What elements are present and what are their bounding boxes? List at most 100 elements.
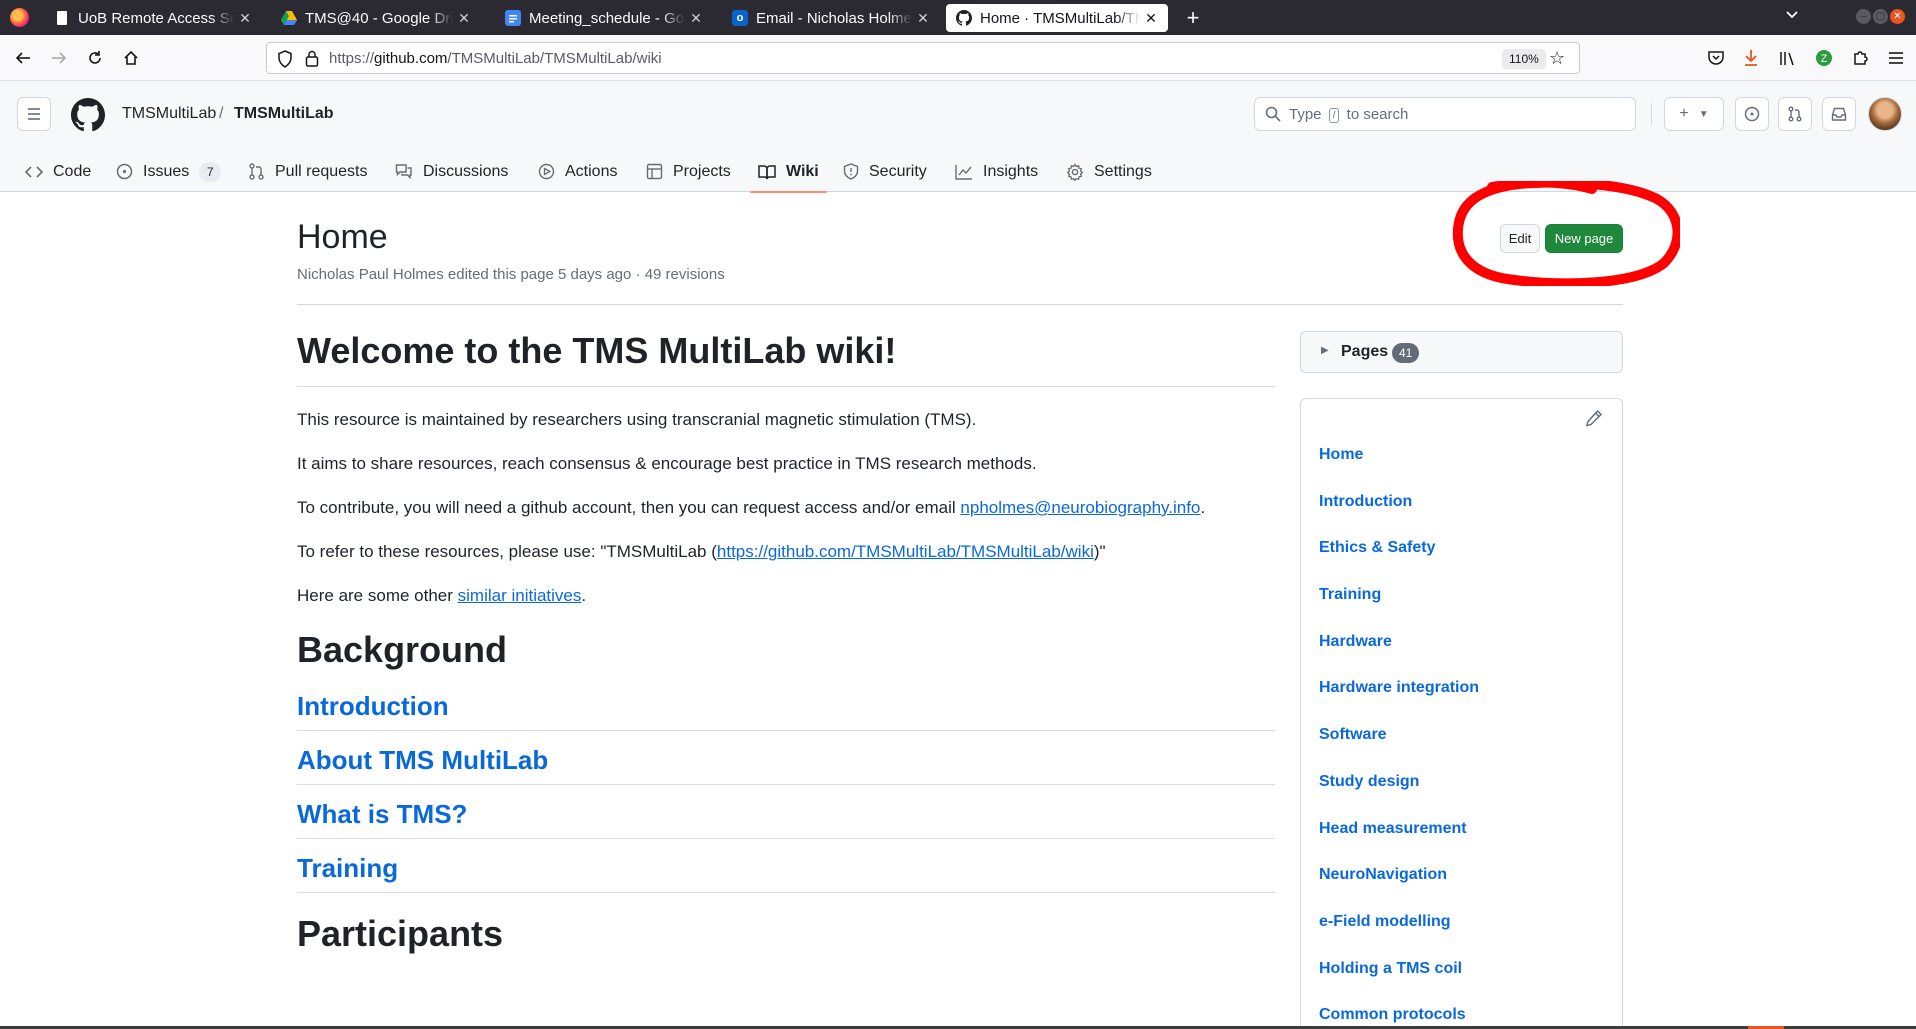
lock-icon[interactable] — [305, 50, 319, 67]
tab-label: Security — [869, 162, 927, 180]
about-tms-multilab-link[interactable]: About TMS MultiLab — [297, 731, 1275, 785]
close-window-icon[interactable]: ✕ — [1890, 9, 1905, 24]
welcome-heading: Welcome to the TMS MultiLab wiki! — [297, 330, 1275, 387]
close-tab-icon[interactable]: ✕ — [689, 10, 703, 27]
paragraph-text: . — [581, 586, 587, 605]
search-text-before: Type — [1289, 106, 1322, 123]
reload-icon[interactable] — [81, 44, 109, 72]
bookmark-star-icon[interactable]: ☆ — [1549, 48, 1565, 69]
paragraph-text: To refer to these resources, please use:… — [297, 542, 717, 561]
firefox-menu-icon[interactable] — [10, 8, 29, 27]
pocket-icon[interactable] — [1705, 47, 1727, 69]
list-all-tabs-icon[interactable] — [1780, 6, 1804, 30]
header-divider-line — [297, 304, 1623, 305]
chevron-down-icon: ▼ — [1698, 108, 1709, 120]
maximize-window-icon[interactable]: ▢ — [1873, 9, 1888, 24]
extension-green-icon[interactable]: Z — [1813, 47, 1835, 69]
url-host: github.com — [374, 50, 448, 67]
github-header: TMSMultiLab / TMSMultiLab Type / to sear… — [0, 81, 1916, 193]
sidebar-link-introduction[interactable]: Introduction — [1319, 482, 1412, 512]
tab-insights[interactable]: Insights — [955, 151, 1038, 192]
similar-initiatives-link[interactable]: similar initiatives — [458, 586, 582, 605]
pages-count-badge: 41 — [1392, 343, 1420, 363]
create-new-button[interactable]: + ▼ — [1664, 97, 1724, 131]
home-icon[interactable] — [117, 44, 145, 72]
page-title: Home — [297, 218, 388, 256]
minimize-window-icon[interactable]: – — [1856, 9, 1871, 24]
repo-name-link[interactable]: TMSMultiLab — [234, 105, 334, 123]
new-tab-button[interactable]: + — [1179, 4, 1207, 32]
pages-toggle[interactable]: ▶ Pages 41 — [1300, 331, 1623, 373]
close-tab-icon[interactable]: ✕ — [238, 10, 252, 27]
sidebar-link-hardware-integration[interactable]: Hardware integration — [1319, 668, 1479, 698]
extensions-puzzle-icon[interactable] — [1849, 47, 1871, 69]
discussions-icon — [395, 164, 412, 180]
sidebar-link-ethics-safety[interactable]: Ethics & Safety — [1319, 528, 1435, 558]
issues-button[interactable] — [1735, 97, 1769, 131]
what-is-tms-link[interactable]: What is TMS? — [297, 785, 1275, 839]
sidebar-link-hardware[interactable]: Hardware — [1319, 622, 1392, 652]
tab-issues[interactable]: Issues 7 — [116, 151, 222, 192]
app-menu-icon[interactable] — [1885, 47, 1907, 69]
back-arrow-icon[interactable] — [9, 44, 37, 72]
close-tab-icon[interactable]: ✕ — [457, 10, 471, 27]
document-icon — [54, 10, 70, 26]
tab-label: Issues — [143, 162, 190, 180]
wiki-url-link[interactable]: https://github.com/TMSMultiLab/TMSMultiL… — [717, 542, 1094, 561]
contribute-paragraph: To contribute, you will need a github ac… — [297, 495, 1275, 521]
download-icon[interactable] — [1740, 47, 1762, 69]
close-tab-icon[interactable]: ✕ — [1144, 10, 1158, 27]
intro-paragraph: This resource is maintained by researche… — [297, 410, 977, 429]
sidebar-link-neuronavigation[interactable]: NeuroNavigation — [1319, 855, 1447, 885]
wiki-content: Welcome to the TMS MultiLab wiki! This r… — [297, 330, 1275, 965]
sidebar-link-common-protocols[interactable]: Common protocols — [1319, 995, 1466, 1025]
tab-security[interactable]: Security — [843, 151, 927, 192]
search-input[interactable]: Type / to search — [1254, 97, 1636, 131]
close-tab-icon[interactable]: ✕ — [916, 10, 930, 27]
issue-circle-icon — [1744, 106, 1760, 122]
browser-tab[interactable]: TMS@40 - Google Drive ✕ — [271, 4, 481, 32]
tab-title: TMS@40 - Google Drive — [305, 9, 453, 27]
sidebar-link-efield-modelling[interactable]: e-Field modelling — [1319, 902, 1451, 932]
tab-title: Email - Nicholas Holmes ( — [756, 9, 912, 27]
tab-code[interactable]: Code — [25, 151, 91, 192]
tab-settings[interactable]: Settings — [1066, 151, 1152, 192]
zoom-level-badge[interactable]: 110% — [1502, 49, 1546, 69]
browser-navigation-bar: https://github.com/TMSMultiLab/TMSMultiL… — [0, 35, 1916, 81]
sidebar-link-training[interactable]: Training — [1319, 575, 1381, 605]
browser-tab[interactable]: UoB Remote Access Serv ✕ — [44, 4, 262, 32]
inbox-button[interactable] — [1822, 97, 1856, 131]
sidebar-link-home[interactable]: Home — [1319, 435, 1363, 465]
browser-tab[interactable]: Meeting_schedule - Goog ✕ — [495, 4, 713, 32]
forward-arrow-icon[interactable] — [45, 44, 73, 72]
sidebar-link-holding-tms-coil[interactable]: Holding a TMS coil — [1319, 949, 1462, 979]
introduction-link[interactable]: Introduction — [297, 681, 1275, 731]
address-bar[interactable]: https://github.com/TMSMultiLab/TMSMultiL… — [266, 42, 1580, 74]
pencil-edit-icon[interactable] — [1585, 409, 1603, 427]
paragraph-text: )" — [1093, 542, 1106, 561]
tab-wiki[interactable]: Wiki — [750, 151, 827, 193]
github-logo-icon[interactable] — [71, 98, 105, 132]
plus-icon: + — [1679, 105, 1689, 122]
hamburger-menu-icon[interactable] — [17, 97, 51, 131]
sidebar-link-study-design[interactable]: Study design — [1319, 762, 1419, 792]
user-avatar[interactable] — [1868, 97, 1902, 131]
pull-requests-button[interactable] — [1778, 97, 1812, 131]
sidebar-link-software[interactable]: Software — [1319, 715, 1387, 745]
tab-discussions[interactable]: Discussions — [395, 151, 508, 192]
library-icon[interactable] — [1776, 47, 1798, 69]
sidebar-link-head-measurement[interactable]: Head measurement — [1319, 809, 1467, 839]
tab-actions[interactable]: Actions — [538, 151, 617, 192]
browser-tab[interactable]: o Email - Nicholas Holmes ( ✕ — [722, 4, 940, 32]
browser-tab-active[interactable]: Home · TMSMultiLab/TM ✕ — [946, 4, 1168, 32]
play-icon — [538, 163, 555, 180]
url-prefix: https:// — [329, 50, 375, 67]
tab-projects[interactable]: Projects — [646, 151, 731, 192]
repo-owner-link[interactable]: TMSMultiLab — [122, 105, 216, 123]
training-link[interactable]: Training — [297, 839, 1275, 893]
tracking-shield-icon[interactable] — [277, 50, 293, 68]
search-text-after: to search — [1346, 106, 1409, 123]
inbox-icon — [1831, 107, 1847, 121]
email-link[interactable]: npholmes@neurobiography.info — [960, 498, 1200, 517]
tab-pull-requests[interactable]: Pull requests — [248, 151, 368, 192]
